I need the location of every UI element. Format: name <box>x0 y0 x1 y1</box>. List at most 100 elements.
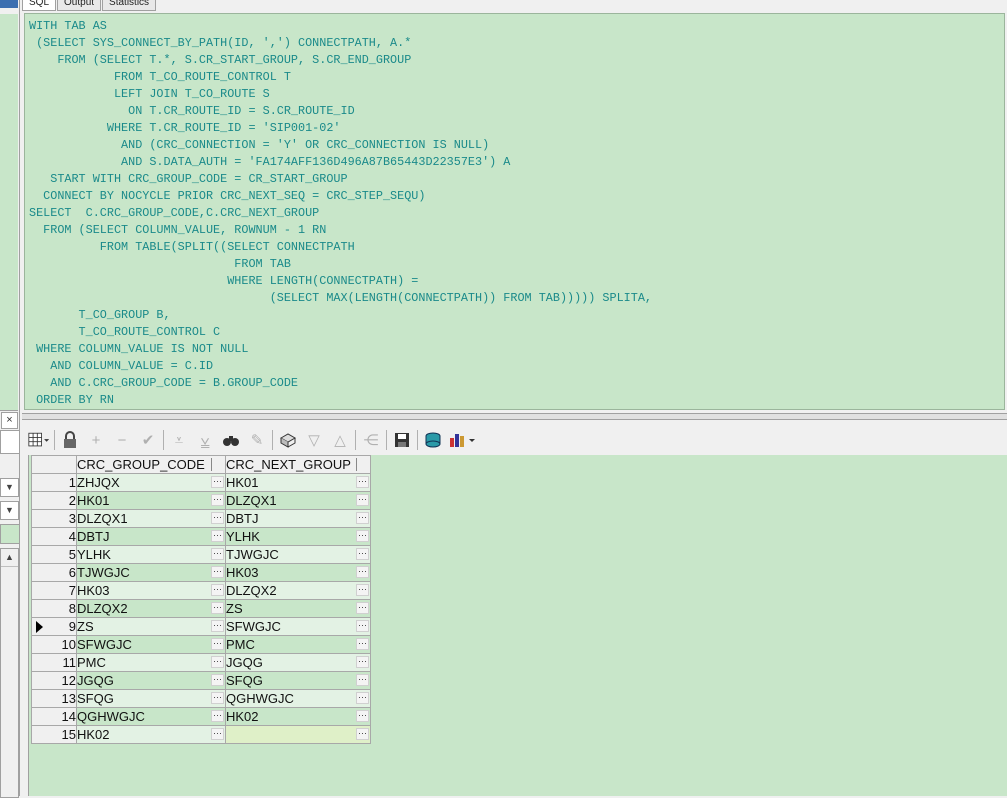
cell-editor-button[interactable]: ··· <box>211 620 224 632</box>
row-number[interactable]: 8 <box>31 599 77 618</box>
cell-editor-button[interactable]: ··· <box>356 566 369 578</box>
row-number[interactable]: 13 <box>31 689 77 708</box>
cell-crc-group-code[interactable]: SFWGJC ··· <box>76 635 226 654</box>
cell-editor-button[interactable]: ··· <box>356 494 369 506</box>
row-number[interactable]: 7 <box>31 581 77 600</box>
row-number[interactable]: 10 <box>31 635 77 654</box>
cell-crc-group-code[interactable]: TJWGJC ··· <box>76 563 226 582</box>
left-panel-button[interactable] <box>0 0 18 8</box>
grid-menu-icon[interactable] <box>28 429 50 451</box>
cell-crc-group-code[interactable]: QGHWGJC ··· <box>76 707 226 726</box>
table-row[interactable]: 10 SFWGJC ··· PMC ··· <box>31 635 371 654</box>
cell-crc-next-group[interactable]: YLHK ··· <box>225 527 371 546</box>
cell-crc-group-code[interactable]: HK02 ··· <box>76 725 226 744</box>
chevron-down-icon[interactable]: ▼ <box>0 501 19 520</box>
column-menu-handle[interactable] <box>211 458 224 471</box>
cell-crc-group-code[interactable]: YLHK ··· <box>76 545 226 564</box>
cell-editor-button[interactable]: ··· <box>356 692 369 704</box>
cell-crc-next-group[interactable]: JGQG ··· <box>225 653 371 672</box>
cell-crc-group-code[interactable]: DLZQX2 ··· <box>76 599 226 618</box>
cell-editor-button[interactable]: ··· <box>211 584 224 596</box>
row-number[interactable]: 1 <box>31 473 77 492</box>
column-menu-handle[interactable] <box>356 458 369 471</box>
table-row[interactable]: 9 ZS ··· SFWGJC ··· <box>31 617 371 636</box>
cell-editor-button[interactable]: ··· <box>356 710 369 722</box>
chevron-down-icon[interactable]: ▼ <box>0 478 19 497</box>
cell-editor-button[interactable]: ··· <box>356 512 369 524</box>
cell-editor-button[interactable]: ··· <box>211 548 224 560</box>
row-number[interactable]: 5 <box>31 545 77 564</box>
cell-crc-group-code[interactable]: SFQG ··· <box>76 689 226 708</box>
row-number[interactable]: 6 <box>31 563 77 582</box>
table-row[interactable]: 8 DLZQX2 ··· ZS ··· <box>31 599 371 618</box>
cell-crc-next-group[interactable]: SFWGJC ··· <box>225 617 371 636</box>
cell-editor-button[interactable]: ··· <box>356 638 369 650</box>
export-icon[interactable] <box>422 429 444 451</box>
cell-crc-next-group[interactable]: ZS ··· <box>225 599 371 618</box>
table-row[interactable]: 13 SFQG ··· QGHWGJC ··· <box>31 689 371 708</box>
add-record-icon[interactable]: + <box>85 429 107 451</box>
row-number[interactable]: 14 <box>31 707 77 726</box>
cell-editor-button[interactable]: ··· <box>211 674 224 686</box>
tab-output[interactable]: Output <box>57 0 102 11</box>
cell-editor-button[interactable]: ··· <box>211 602 224 614</box>
chart-icon[interactable] <box>448 429 478 451</box>
scroll-up-icon[interactable]: ▲ <box>1 549 18 567</box>
post-changes-icon[interactable]: ✔ <box>137 429 159 451</box>
cell-crc-group-code[interactable]: PMC ··· <box>76 653 226 672</box>
row-number[interactable]: 15 <box>31 725 77 744</box>
pane-splitter[interactable] <box>22 413 1007 420</box>
cell-editor-button[interactable]: ··· <box>211 638 224 650</box>
cell-editor-button[interactable]: ··· <box>356 620 369 632</box>
cell-editor-button[interactable]: ··· <box>356 548 369 560</box>
cell-crc-group-code[interactable]: HK01 ··· <box>76 491 226 510</box>
cell-crc-next-group[interactable]: HK03 ··· <box>225 563 371 582</box>
cell-crc-next-group[interactable]: PMC ··· <box>225 635 371 654</box>
cell-crc-next-group[interactable]: HK01 ··· <box>225 473 371 492</box>
table-row[interactable]: 12 JGQG ··· SFQG ··· <box>31 671 371 690</box>
cell-editor-button[interactable]: ··· <box>211 494 224 506</box>
cell-crc-group-code[interactable]: ZS ··· <box>76 617 226 636</box>
sort-down-icon[interactable]: ▽ <box>303 429 325 451</box>
cell-crc-next-group[interactable]: TJWGJC ··· <box>225 545 371 564</box>
cell-crc-next-group[interactable]: DLZQX2 ··· <box>225 581 371 600</box>
close-icon[interactable]: × <box>1 412 18 429</box>
left-panel-green-field[interactable] <box>0 524 20 544</box>
table-row[interactable]: 14 QGHWGJC ··· HK02 ··· <box>31 707 371 726</box>
cell-crc-group-code[interactable]: JGQG ··· <box>76 671 226 690</box>
cell-editor-button[interactable]: ··· <box>356 476 369 488</box>
table-row[interactable]: 1 ZHJQX ··· HK01 ··· <box>31 473 371 492</box>
table-row[interactable]: 4 DBTJ ··· YLHK ··· <box>31 527 371 546</box>
find-icon[interactable] <box>220 429 242 451</box>
sql-editor[interactable]: WITH TAB AS (SELECT SYS_CONNECT_BY_PATH(… <box>24 13 1005 410</box>
cell-crc-group-code[interactable]: DBTJ ··· <box>76 527 226 546</box>
query-by-example-icon[interactable] <box>277 429 299 451</box>
table-row[interactable]: 15 HK02 ··· ··· <box>31 725 371 744</box>
row-number[interactable]: 3 <box>31 509 77 528</box>
column-header-crc-next-group[interactable]: CRC_NEXT_GROUP <box>225 455 371 474</box>
cell-crc-next-group[interactable]: DLZQX1 ··· <box>225 491 371 510</box>
table-row[interactable]: 11 PMC ··· JGQG ··· <box>31 653 371 672</box>
cell-editor-button[interactable]: ··· <box>356 602 369 614</box>
save-icon[interactable] <box>391 429 413 451</box>
cell-editor-button[interactable]: ··· <box>356 674 369 686</box>
left-panel-scrollbar[interactable]: ▲ <box>0 548 19 798</box>
row-number[interactable]: 4 <box>31 527 77 546</box>
cell-crc-next-group[interactable]: SFQG ··· <box>225 671 371 690</box>
row-number[interactable]: 11 <box>31 653 77 672</box>
tab-sql[interactable]: SQL <box>22 0 57 11</box>
cell-editor-button[interactable]: ··· <box>211 566 224 578</box>
cell-editor-button[interactable]: ··· <box>356 728 369 740</box>
fetch-last-icon[interactable]: ⩣ <box>194 429 216 451</box>
table-row[interactable]: 2 HK01 ··· DLZQX1 ··· <box>31 491 371 510</box>
cell-editor-button[interactable]: ··· <box>211 656 224 668</box>
tab-statistics[interactable]: Statistics <box>102 0 157 11</box>
cell-editor-button[interactable]: ··· <box>211 728 224 740</box>
table-row[interactable]: 6 TJWGJC ··· HK03 ··· <box>31 563 371 582</box>
cell-crc-next-group[interactable]: DBTJ ··· <box>225 509 371 528</box>
cell-editor-button[interactable]: ··· <box>211 512 224 524</box>
cell-crc-group-code[interactable]: HK03 ··· <box>76 581 226 600</box>
table-row[interactable]: 5 YLHK ··· TJWGJC ··· <box>31 545 371 564</box>
cell-editor-button[interactable]: ··· <box>211 692 224 704</box>
sort-up-icon[interactable]: △ <box>329 429 351 451</box>
